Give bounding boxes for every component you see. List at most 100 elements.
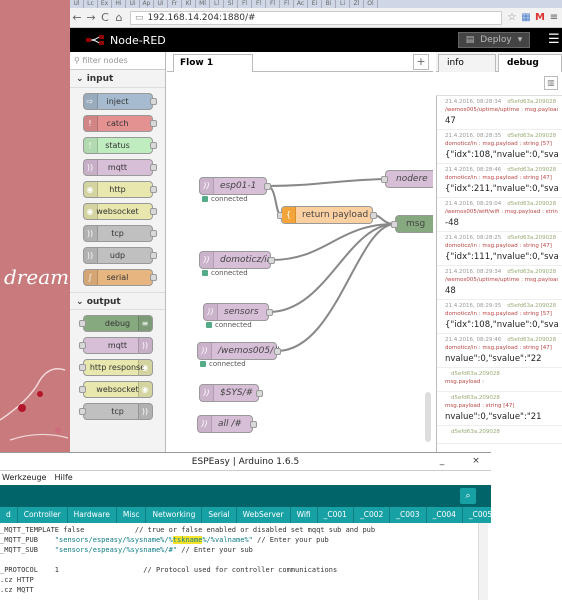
palette-category-input[interactable]: ⌄ input <box>70 70 165 88</box>
palette-node-serial[interactable]: ∫ serial <box>82 269 157 286</box>
palette-node-inject[interactable]: ⇨ inject <box>82 93 157 110</box>
palette-node-tcp[interactable]: )) tcp <box>82 225 157 242</box>
output-port[interactable] <box>274 348 281 355</box>
palette-node-debug[interactable]: ≡ debug <box>78 315 153 332</box>
browser-tab[interactable]: Fl <box>280 0 294 8</box>
debug-message[interactable]: d5efd63a.209028 msg.payload : <box>437 368 562 392</box>
browser-tab[interactable]: Ul <box>70 0 84 8</box>
back-icon[interactable]: ← <box>70 11 84 24</box>
flow-node-sys[interactable]: )) $SYS/# <box>199 384 263 402</box>
debug-message[interactable]: d5efd63a.209028 msg.payload : string [47]… <box>437 392 562 426</box>
flow-canvas[interactable]: )) esp01-1 connected { return payload no… <box>167 72 433 452</box>
browser-tab[interactable]: Fr <box>168 0 182 8</box>
debug-node-id[interactable]: d5efd63a.209028 <box>451 429 500 435</box>
file-tab[interactable]: Controller <box>18 507 68 523</box>
browser-tab[interactable]: Fl <box>252 0 266 8</box>
palette-node-websocket[interactable]: ◉ websocket <box>82 203 157 220</box>
browser-tab[interactable]: Hi <box>112 0 126 8</box>
debug-node-id[interactable]: d5efd63a.209028 <box>507 337 556 343</box>
file-tab[interactable]: _C002 <box>354 507 391 523</box>
debug-node-id[interactable]: d5efd63a.209028 <box>451 371 500 377</box>
code-editor[interactable]: _MQTT_TEMPLATE false // true or false en… <box>0 523 491 600</box>
output-port[interactable] <box>256 390 263 397</box>
file-tab[interactable]: _C005 <box>463 507 491 523</box>
output-port[interactable] <box>370 212 377 219</box>
browser-tab[interactable]: Ml <box>196 0 210 8</box>
file-tab[interactable]: d <box>0 507 18 523</box>
palette-node-websocket[interactable]: ◉ websocket <box>78 381 153 398</box>
canvas-scrollbar[interactable] <box>425 392 431 442</box>
flow-node-domoticz[interactable]: )) domoticz/in <box>199 251 275 269</box>
palette-node-mqtt[interactable]: )) mqtt <box>82 159 157 176</box>
debug-message[interactable]: 21.4.2016, 08:29:34 d5efd63a.209028/wemos… <box>437 266 562 300</box>
home-icon[interactable]: ⌂ <box>112 11 126 24</box>
palette-node-http-response[interactable]: ◉ http response <box>78 359 153 376</box>
file-tab[interactable]: Wifi <box>291 507 318 523</box>
output-port[interactable] <box>264 183 271 190</box>
browser-tab[interactable]: Lc <box>84 0 98 8</box>
browser-tab[interactable]: Li <box>336 0 350 8</box>
palette-category-output[interactable]: ⌄ output <box>70 292 165 310</box>
flow-node-return-payload[interactable]: { return payload <box>277 206 377 224</box>
debug-node-id[interactable]: d5efd63a.209028 <box>507 99 556 105</box>
palette-node-catch[interactable]: ! catch <box>82 115 157 132</box>
debug-message[interactable]: d5efd63a.209028 <box>437 426 562 444</box>
menu-item[interactable]: Hilfe <box>54 471 72 485</box>
output-port[interactable] <box>266 309 273 316</box>
browser-tab[interactable]: Fl <box>238 0 252 8</box>
browser-menu-icon[interactable]: ≡ <box>548 12 560 24</box>
star-icon[interactable]: ☆ <box>506 12 518 24</box>
browser-tab[interactable]: Zl <box>350 0 364 8</box>
add-tab-button[interactable]: + <box>413 54 429 70</box>
palette-node-status[interactable]: ! status <box>82 137 157 154</box>
forward-icon[interactable]: → <box>84 11 98 24</box>
editor-scrollbar[interactable] <box>478 523 488 600</box>
debug-message[interactable]: 21.4.2016, 08:28:35 d5efd63a.209028 domoti… <box>437 130 562 164</box>
file-tab[interactable]: _C001 <box>318 507 354 523</box>
url-field[interactable]: ▭ 192.168.14.204:1880/# <box>130 10 502 25</box>
debug-message[interactable]: 21.4.2016, 08:28:46 d5efd63a.209028 domoti… <box>437 164 562 198</box>
debug-node-id[interactable]: d5efd63a.209028 <box>507 235 556 241</box>
close-button[interactable]: × <box>470 455 482 467</box>
file-tab[interactable]: WebServer <box>237 507 291 523</box>
browser-tab[interactable]: Bi <box>322 0 336 8</box>
debug-node-id[interactable]: d5efd63a.209028 <box>451 395 500 401</box>
filter-nodes-input[interactable]: ⚲ filter nodes <box>70 52 165 70</box>
tab-flow-1[interactable]: Flow 1 <box>173 54 253 72</box>
tab-debug[interactable]: debug <box>498 54 562 72</box>
file-tab[interactable]: _C003 <box>390 507 427 523</box>
gmail-icon[interactable]: M <box>534 12 546 24</box>
main-menu-icon[interactable]: ☰ <box>548 32 562 47</box>
palette-node-udp[interactable]: )) udp <box>82 247 157 264</box>
input-port[interactable] <box>391 221 398 228</box>
clear-debug-button[interactable]: ▥ <box>544 76 558 90</box>
file-tab[interactable]: Misc <box>117 507 147 523</box>
output-port[interactable] <box>268 257 275 264</box>
reload-icon[interactable]: C <box>98 11 112 24</box>
debug-message[interactable]: 21.4.2016, 08:29:46 d5efd63a.209028 domoti… <box>437 334 562 368</box>
flow-node-nodered[interactable]: nodere <box>381 170 433 188</box>
debug-node-id[interactable]: d5efd63a.209028 <box>507 303 556 309</box>
debug-node-id[interactable]: d5efd63a.209028 <box>507 269 556 275</box>
palette-node-mqtt[interactable]: )) mqtt <box>78 337 153 354</box>
flow-node-all[interactable]: )) all /# <box>197 415 257 433</box>
file-tab[interactable]: Serial <box>202 507 237 523</box>
debug-message[interactable]: 21.4.2016, 08:28:25 d5efd63a.209028 domoti… <box>437 232 562 266</box>
palette-node-tcp[interactable]: )) tcp <box>78 403 153 420</box>
debug-message[interactable]: 21.4.2016, 08:28:34 d5efd63a.209028/wemos… <box>437 96 562 130</box>
file-tab[interactable]: Networking <box>146 507 203 523</box>
input-port[interactable] <box>381 176 388 183</box>
menu-item[interactable]: Werkzeuge <box>2 471 46 485</box>
debug-node-id[interactable]: d5efd63a.209028 <box>507 167 556 173</box>
debug-message[interactable]: 21.4.2016, 08:29:35 d5efd63a.209028 domoti… <box>437 300 562 334</box>
tab-info[interactable]: info <box>438 54 496 72</box>
output-port[interactable] <box>250 421 257 428</box>
extension-icon[interactable]: ▦ <box>520 12 532 24</box>
browser-tab[interactable]: Ol <box>364 0 378 8</box>
minimize-button[interactable]: _ <box>436 455 448 467</box>
browser-tab[interactable]: Ui <box>154 0 168 8</box>
browser-tab[interactable]: Sl <box>224 0 238 8</box>
flow-node-esp01[interactable]: )) esp01-1 <box>199 177 271 195</box>
file-tab[interactable]: Hardware <box>68 507 117 523</box>
browser-tab[interactable]: Ui <box>126 0 140 8</box>
